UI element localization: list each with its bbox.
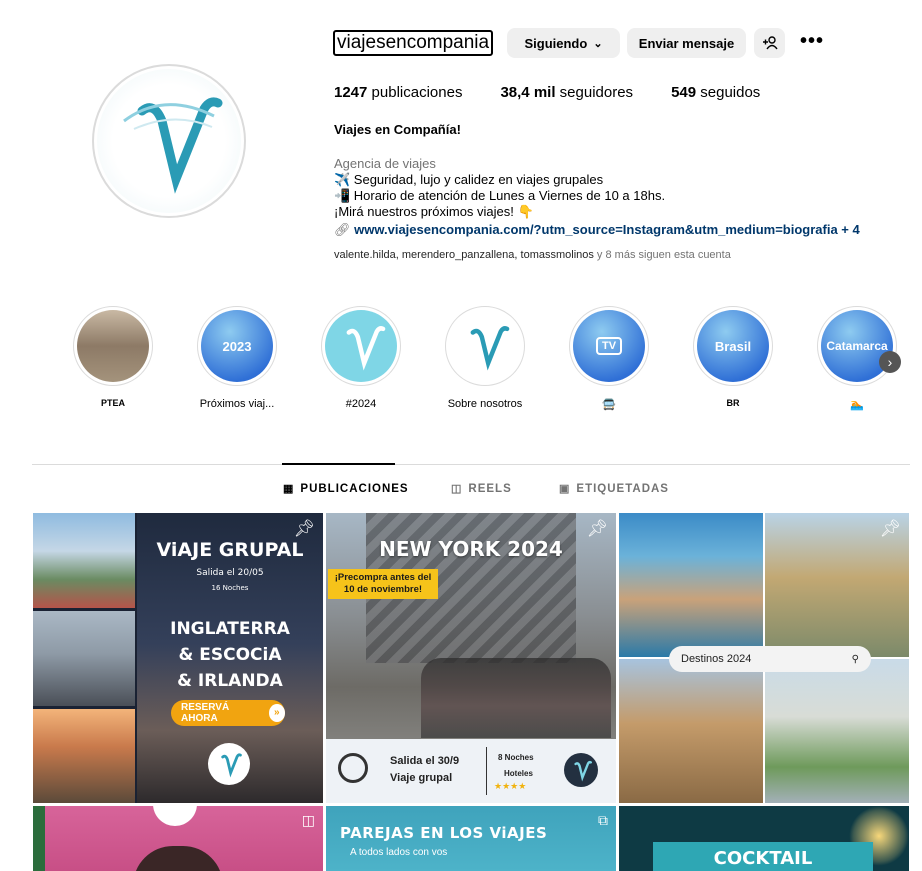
highlight-item[interactable]: Brasil BR [678,306,788,408]
profile-stats: 1247 publicaciones 38,4 mil seguidores 5… [334,84,798,101]
tab-posts[interactable]: ▦ PUBLICACIONES [283,482,409,496]
bio-category: Agencia de viajes [334,156,436,171]
tab-tagged[interactable]: ▣ ETIQUETADAS [559,482,669,496]
grid-icon: ▦ [283,483,295,495]
posts-stat: 1247 publicaciones [334,84,463,101]
brand-logo-v [153,806,197,826]
post-new-york[interactable]: NEW YORK 2024 ¡Precompra antes del 10 de… [326,513,616,803]
post-destinos-2024[interactable]: Destinos 2024 ⚲ 📌︎ [619,513,909,803]
globe-plane-icon [338,753,368,783]
search-bar: Destinos 2024 ⚲ [669,646,871,672]
precompra-badge: ¡Precompra antes del 10 de noviembre! [328,569,438,599]
following-button[interactable]: Siguiendo ⌄ [507,28,620,58]
reels-icon: ◫ [451,483,463,495]
tab-reels[interactable]: ◫ REELS [451,482,512,496]
post-viaje-grupal[interactable]: ViAJE GRUPAL Salida el 20/05 16 Noches I… [33,513,323,803]
bio: Viajes en Compañía! Agencia de viajes ✈️… [334,122,894,238]
info-divider [486,747,487,795]
username[interactable]: viajesencompania [333,30,494,56]
hotel-stars: ★★★★ [494,781,527,791]
highlight-photo-street [77,310,149,382]
post-cocktail[interactable]: COCKTAIL [619,806,909,871]
story-highlights: PTEA 2023 Próximos viaj... #2024 Sobre n… [0,306,922,416]
add-user-icon [762,36,778,50]
following-stat[interactable]: 549 seguidos [671,84,760,101]
following-label: Siguiendo [524,35,588,51]
post-parejas[interactable]: PAREJAS EN LOS ViAJES A todos lados con … [326,806,616,871]
post-reel[interactable]: ◫ [33,806,323,871]
suggest-user-button[interactable] [754,28,785,58]
photo-edinburgh [33,709,135,803]
bio-link[interactable]: 🔗︎ www.viajesencompania.com/?utm_source=… [334,222,894,238]
bio-name: Viajes en Compañía! [334,122,461,137]
followed-by[interactable]: valente.hilda, merendero_panzallena, tom… [334,249,731,261]
bio-line-2: 📲 Horario de atención de Lunes a Viernes… [334,188,666,203]
profile-avatar[interactable] [92,64,246,218]
highlight-item[interactable]: Sobre nosotros [430,306,540,410]
photo-ait-benhaddou [619,659,763,803]
tabs-divider [32,464,910,465]
highlight-item[interactable]: #2024 [306,306,416,410]
people-group [421,658,611,738]
chevron-right-icon: » [268,704,285,722]
bio-line-3: ¡Mirá nuestros próximos viajes! 👇 [334,204,534,219]
active-tab-indicator [282,463,395,465]
chevron-down-icon: ⌄ [593,37,603,50]
search-icon: ⚲ [851,653,859,665]
brand-logo-v [208,743,250,785]
photo-dubrovnik [619,513,763,657]
brand-logo-v [325,310,397,382]
highlight-item[interactable]: PTEA [58,306,168,408]
brand-logo-v [97,69,241,213]
reserve-now-badge: RESERVÁ AHORA » [171,700,285,726]
photo-city [33,513,135,608]
brand-logo-v [449,310,521,382]
pin-icon: 📌︎ [293,519,315,538]
bio-line-1: ✈️ Seguridad, lujo y calidez en viajes g… [334,172,604,187]
reels-icon: ◫ [301,812,315,828]
followers-stat[interactable]: 38,4 mil seguidores [500,84,633,101]
followed-by-users: valente.hilda, merendero_panzallena, tom… [334,249,594,261]
send-message-button[interactable]: Enviar mensaje [627,28,746,58]
tagged-icon: ▣ [559,483,571,495]
carousel-icon: ⧉ [598,812,608,828]
pin-icon: 📌︎ [879,519,901,538]
person-head [133,846,223,871]
photo-tower-bridge [33,611,135,706]
chevron-right-icon[interactable]: › [879,351,901,373]
brand-logo-v [564,753,598,787]
pin-icon: 📌︎ [586,519,608,538]
highlight-item[interactable]: 2023 Próximos viaj... [182,306,292,410]
followed-by-more: y 8 más siguen esta cuenta [593,249,731,261]
highlight-item[interactable]: TV 🚍 [554,306,664,411]
photo-belvedere [765,659,909,803]
side-panel [33,806,45,871]
link-icon: 🔗︎ [334,222,351,237]
tv-icon: TV [595,337,623,355]
more-options-icon[interactable]: ••• [800,31,824,54]
